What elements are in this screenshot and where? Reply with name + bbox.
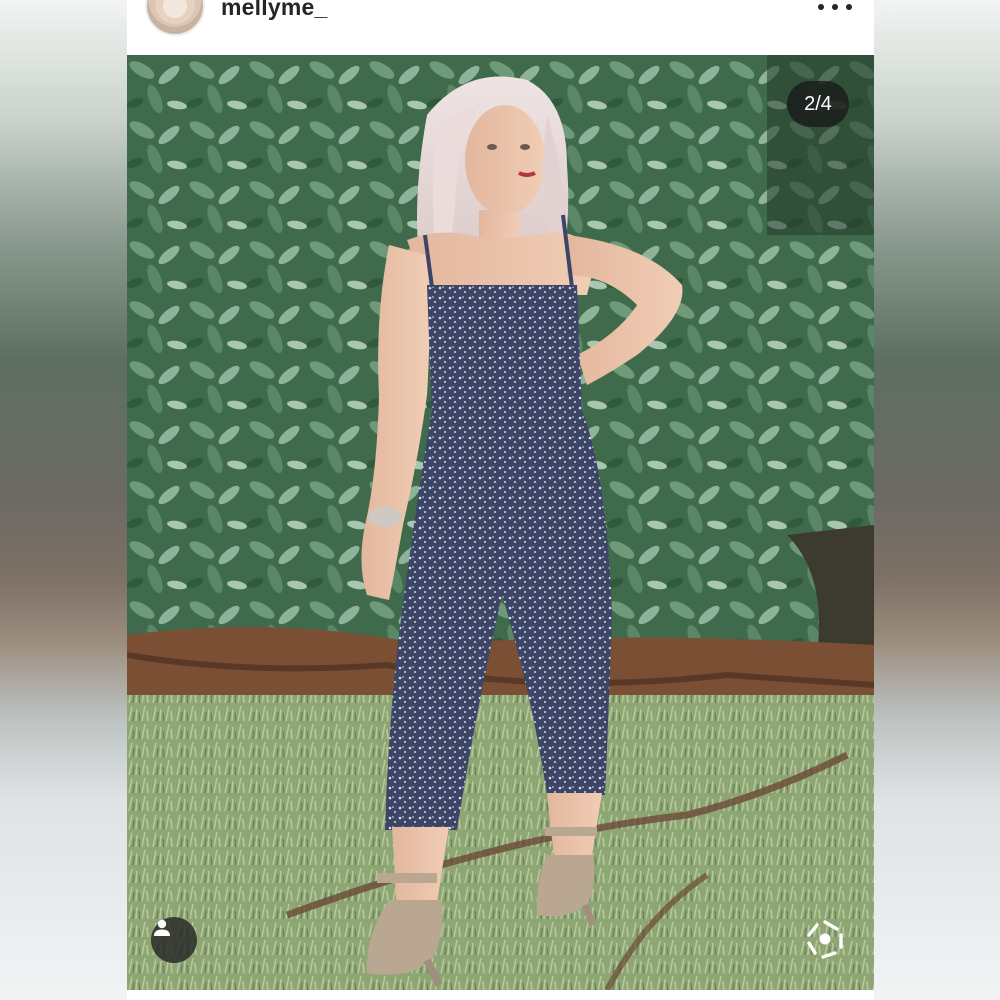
post-header: mellyme_	[127, 0, 874, 55]
avatar-image	[155, 0, 195, 24]
visual-search-button[interactable]	[803, 917, 847, 961]
user-avatar[interactable]	[145, 0, 205, 36]
more-horizontal-icon	[818, 4, 824, 10]
username-link[interactable]: mellyme_	[221, 0, 327, 21]
visual-search-icon	[807, 920, 843, 959]
more-options-button[interactable]	[818, 0, 852, 20]
post-photo[interactable]: 2/4	[127, 55, 874, 990]
person-tag-icon	[154, 919, 170, 936]
image-counter-badge: 2/4	[787, 81, 849, 127]
instagram-post: mellyme_ 2/4	[127, 0, 874, 1000]
tagged-users-button[interactable]	[151, 917, 197, 963]
photo-illustration	[127, 55, 874, 990]
